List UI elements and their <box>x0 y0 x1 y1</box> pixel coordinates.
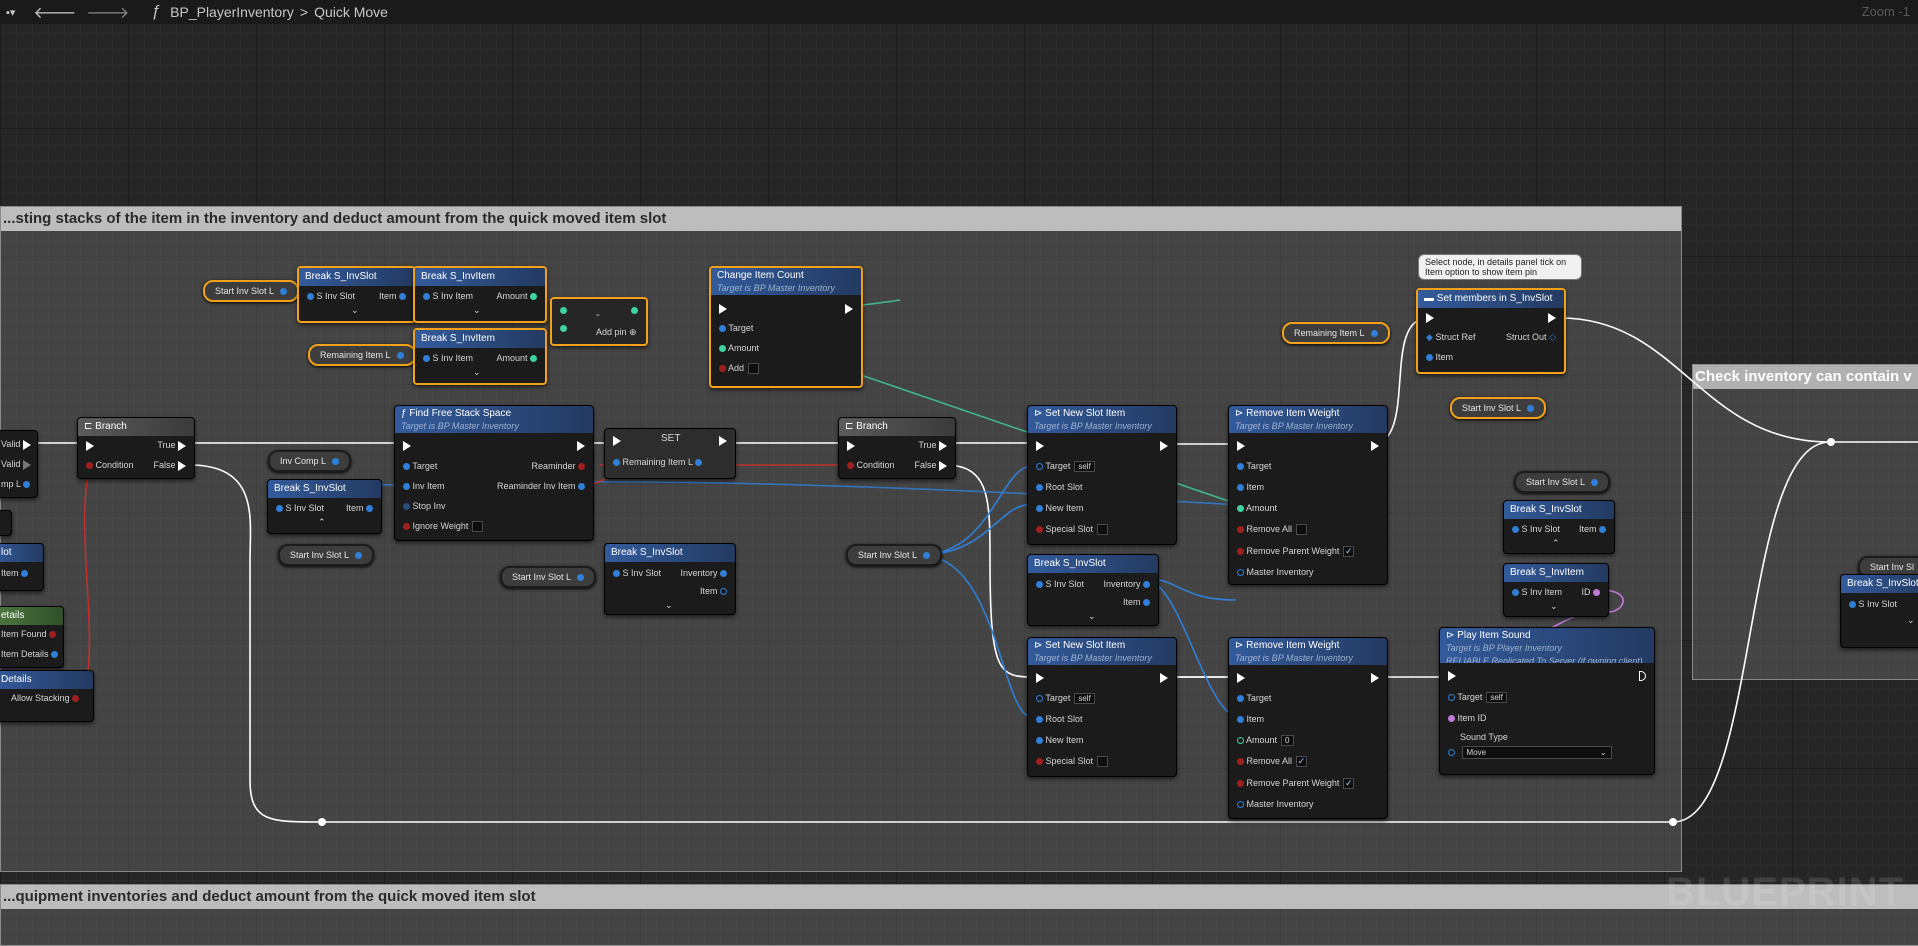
exec-in-pin <box>719 303 727 314</box>
exec-in-pin <box>403 440 411 451</box>
change-item-count-node[interactable]: Change Item Count Target is BP Master Inv… <box>709 266 863 388</box>
function-icon: ⊳ <box>1235 408 1247 419</box>
expand-chevron-icon[interactable]: ⌄ <box>473 305 481 316</box>
function-icon: ⊳ <box>1235 640 1247 651</box>
chevron-down-icon: ⌄ <box>1599 748 1607 757</box>
expand-chevron-icon[interactable]: ⌄ <box>473 367 481 378</box>
exec-in-pin <box>1036 672 1044 683</box>
partial-node-isvalid[interactable]: Valid Valid mp L <box>0 430 38 498</box>
exec-out-pin <box>22 439 31 450</box>
remaining-item-getter-2[interactable]: Remaining Item L <box>1282 322 1390 344</box>
break-invslot-node-4[interactable]: Break S_InvSlot S Inv Slot Inventory Ite… <box>1027 554 1159 626</box>
find-free-stack-space-node[interactable]: ƒ Find Free Stack Space Target is BP Mast… <box>394 405 594 541</box>
blueprint-watermark: BLUEPRINT <box>1666 870 1904 914</box>
partial-node-break-details[interactable]: Details Allow Stacking <box>0 670 94 722</box>
set-members-icon: ▬ <box>1424 293 1437 304</box>
set-members-invslot-node[interactable]: ▬ Set members in S_InvSlot ◆ Struct Ref … <box>1416 288 1566 374</box>
add-pin-button[interactable]: Add pin ⊕ <box>596 327 637 338</box>
start-inv-slot-getter-5[interactable]: Start Inv Slot L <box>1450 397 1547 419</box>
remove-parent-weight-checkbox[interactable]: ✓ <box>1343 778 1355 790</box>
exec-in-pin <box>1036 440 1044 451</box>
special-slot-checkbox[interactable] <box>1097 524 1109 536</box>
expand-chevron-icon[interactable]: ⌄ <box>665 600 673 611</box>
start-inv-slot-getter[interactable]: Start Inv Slot L <box>203 280 300 302</box>
play-item-sound-node[interactable]: ⊳ Play Item Sound Target is BP Player Inv… <box>1439 627 1655 775</box>
break-invslot-node-2[interactable]: Break S_InvSlot S Inv Slot Item ⌃ <box>267 479 382 534</box>
exec-in-pin <box>613 435 621 446</box>
partial-node-details[interactable]: etails Item Found Item Details <box>0 606 64 668</box>
remove-parent-weight-checkbox[interactable]: ✓ <box>1343 546 1355 558</box>
exec-in-pin <box>86 440 94 451</box>
branch-node-1[interactable]: ⊏ Branch True Condition False <box>77 417 195 479</box>
exec-out-pin <box>1371 440 1379 451</box>
set-new-slot-item-node-2[interactable]: ⊳ Set New Slot Item Target is BP Master I… <box>1027 637 1177 777</box>
ignore-weight-checkbox[interactable] <box>472 521 484 533</box>
exec-in-pin <box>847 440 855 451</box>
exec-out-pin <box>577 440 585 451</box>
data-wire <box>919 465 1035 719</box>
exec-out-pin <box>719 435 727 446</box>
start-inv-slot-getter-4[interactable]: Start Inv Slot L <box>846 544 943 566</box>
branch-node-2[interactable]: ⊏ Branch True Condition False <box>838 417 956 479</box>
exec-wire <box>1559 317 1831 443</box>
remove-item-weight-node-1[interactable]: ⊳ Remove Item Weight Target is BP Master … <box>1228 405 1388 585</box>
exec-in-pin <box>1448 670 1456 681</box>
exec-out-pin <box>1160 672 1168 683</box>
amount-field[interactable]: 0 <box>1281 735 1294 746</box>
expand-chevron-icon[interactable]: ⌄ <box>1088 611 1096 622</box>
remove-all-checkbox[interactable] <box>1296 524 1308 536</box>
subtract-node[interactable]: - Add pin ⊕ <box>550 297 648 346</box>
start-inv-slot-getter-2[interactable]: Start Inv Slot L <box>278 544 375 566</box>
collapse-chevron-icon[interactable]: ⌃ <box>1552 538 1560 549</box>
expand-chevron-icon[interactable]: ⌄ <box>1550 601 1558 612</box>
set-remaining-node[interactable]: SET Remaining Item L <box>604 428 736 479</box>
sound-type-dropdown[interactable]: Move ⌄ <box>1461 746 1612 759</box>
exec-wire <box>944 464 1041 678</box>
add-checkbox[interactable] <box>748 363 760 375</box>
inv-comp-getter[interactable]: Inv Comp L <box>268 450 352 472</box>
exec-in-pin <box>1237 672 1245 683</box>
collapse-chevron-icon[interactable]: ⌃ <box>318 517 326 528</box>
add-pin-icon: ⊕ <box>629 327 637 337</box>
function-icon: ⊳ <box>1446 630 1458 641</box>
start-inv-slot-getter-6[interactable]: Start Inv Slot L <box>1514 471 1611 493</box>
partial-node-left[interactable] <box>0 510 12 536</box>
function-icon: ⊳ <box>1034 408 1046 419</box>
set-new-slot-item-node-1[interactable]: ⊳ Set New Slot Item Target is BP Master I… <box>1027 405 1177 545</box>
partial-node-slot[interactable]: lot Item <box>0 543 44 591</box>
exec-in-pin <box>1237 440 1245 451</box>
break-invslot-node-partial[interactable]: Break S_InvSlot S Inv Slot ⌄ <box>1840 574 1918 648</box>
expand-chevron-icon[interactable]: ⌄ <box>351 305 359 316</box>
branch-icon: ⊏ <box>84 421 96 432</box>
remove-item-weight-node-2[interactable]: ⊳ Remove Item Weight Target is BP Master … <box>1228 637 1388 819</box>
exec-out-pin <box>845 303 853 314</box>
expand-chevron-icon[interactable]: ⌄ <box>1907 615 1915 626</box>
start-inv-slot-getter-3[interactable]: Start Inv Slot L <box>500 566 597 588</box>
break-invitem-node-3[interactable]: Break S_InvItem S Inv Item ID ⌄ <box>1503 563 1609 617</box>
break-invitem-node[interactable]: Break S_InvItem S Inv Item Amount ⌄ <box>413 266 547 323</box>
exec-in-pin <box>1426 312 1434 323</box>
remove-all-checkbox[interactable]: ✓ <box>1296 756 1308 768</box>
exec-out-pin <box>1639 670 1646 681</box>
function-icon: ⊳ <box>1034 640 1046 651</box>
break-invslot-node-3[interactable]: Break S_InvSlot S Inv Slot Inventory Ite… <box>604 543 736 615</box>
exec-out-pin <box>22 459 31 470</box>
exec-out-pin <box>1548 312 1556 323</box>
node-comment-tooltip: Select node, in details panel tick on It… <box>1418 254 1582 280</box>
remaining-item-getter[interactable]: Remaining Item L <box>308 344 416 366</box>
branch-icon: ⊏ <box>845 421 857 432</box>
object-pin <box>23 481 31 489</box>
break-invslot-node[interactable]: Break S_InvSlot S Inv Slot Item ⌄ <box>297 266 416 323</box>
exec-out-pin <box>1371 672 1379 683</box>
special-slot-checkbox[interactable] <box>1097 756 1109 768</box>
data-wire <box>83 442 96 691</box>
break-invitem-node-2[interactable]: Break S_InvItem S Inv Item Amount ⌄ <box>413 328 547 385</box>
break-invslot-node-5[interactable]: Break S_InvSlot S Inv Slot Item ⌃ <box>1503 500 1615 554</box>
exec-out-pin <box>1160 440 1168 451</box>
